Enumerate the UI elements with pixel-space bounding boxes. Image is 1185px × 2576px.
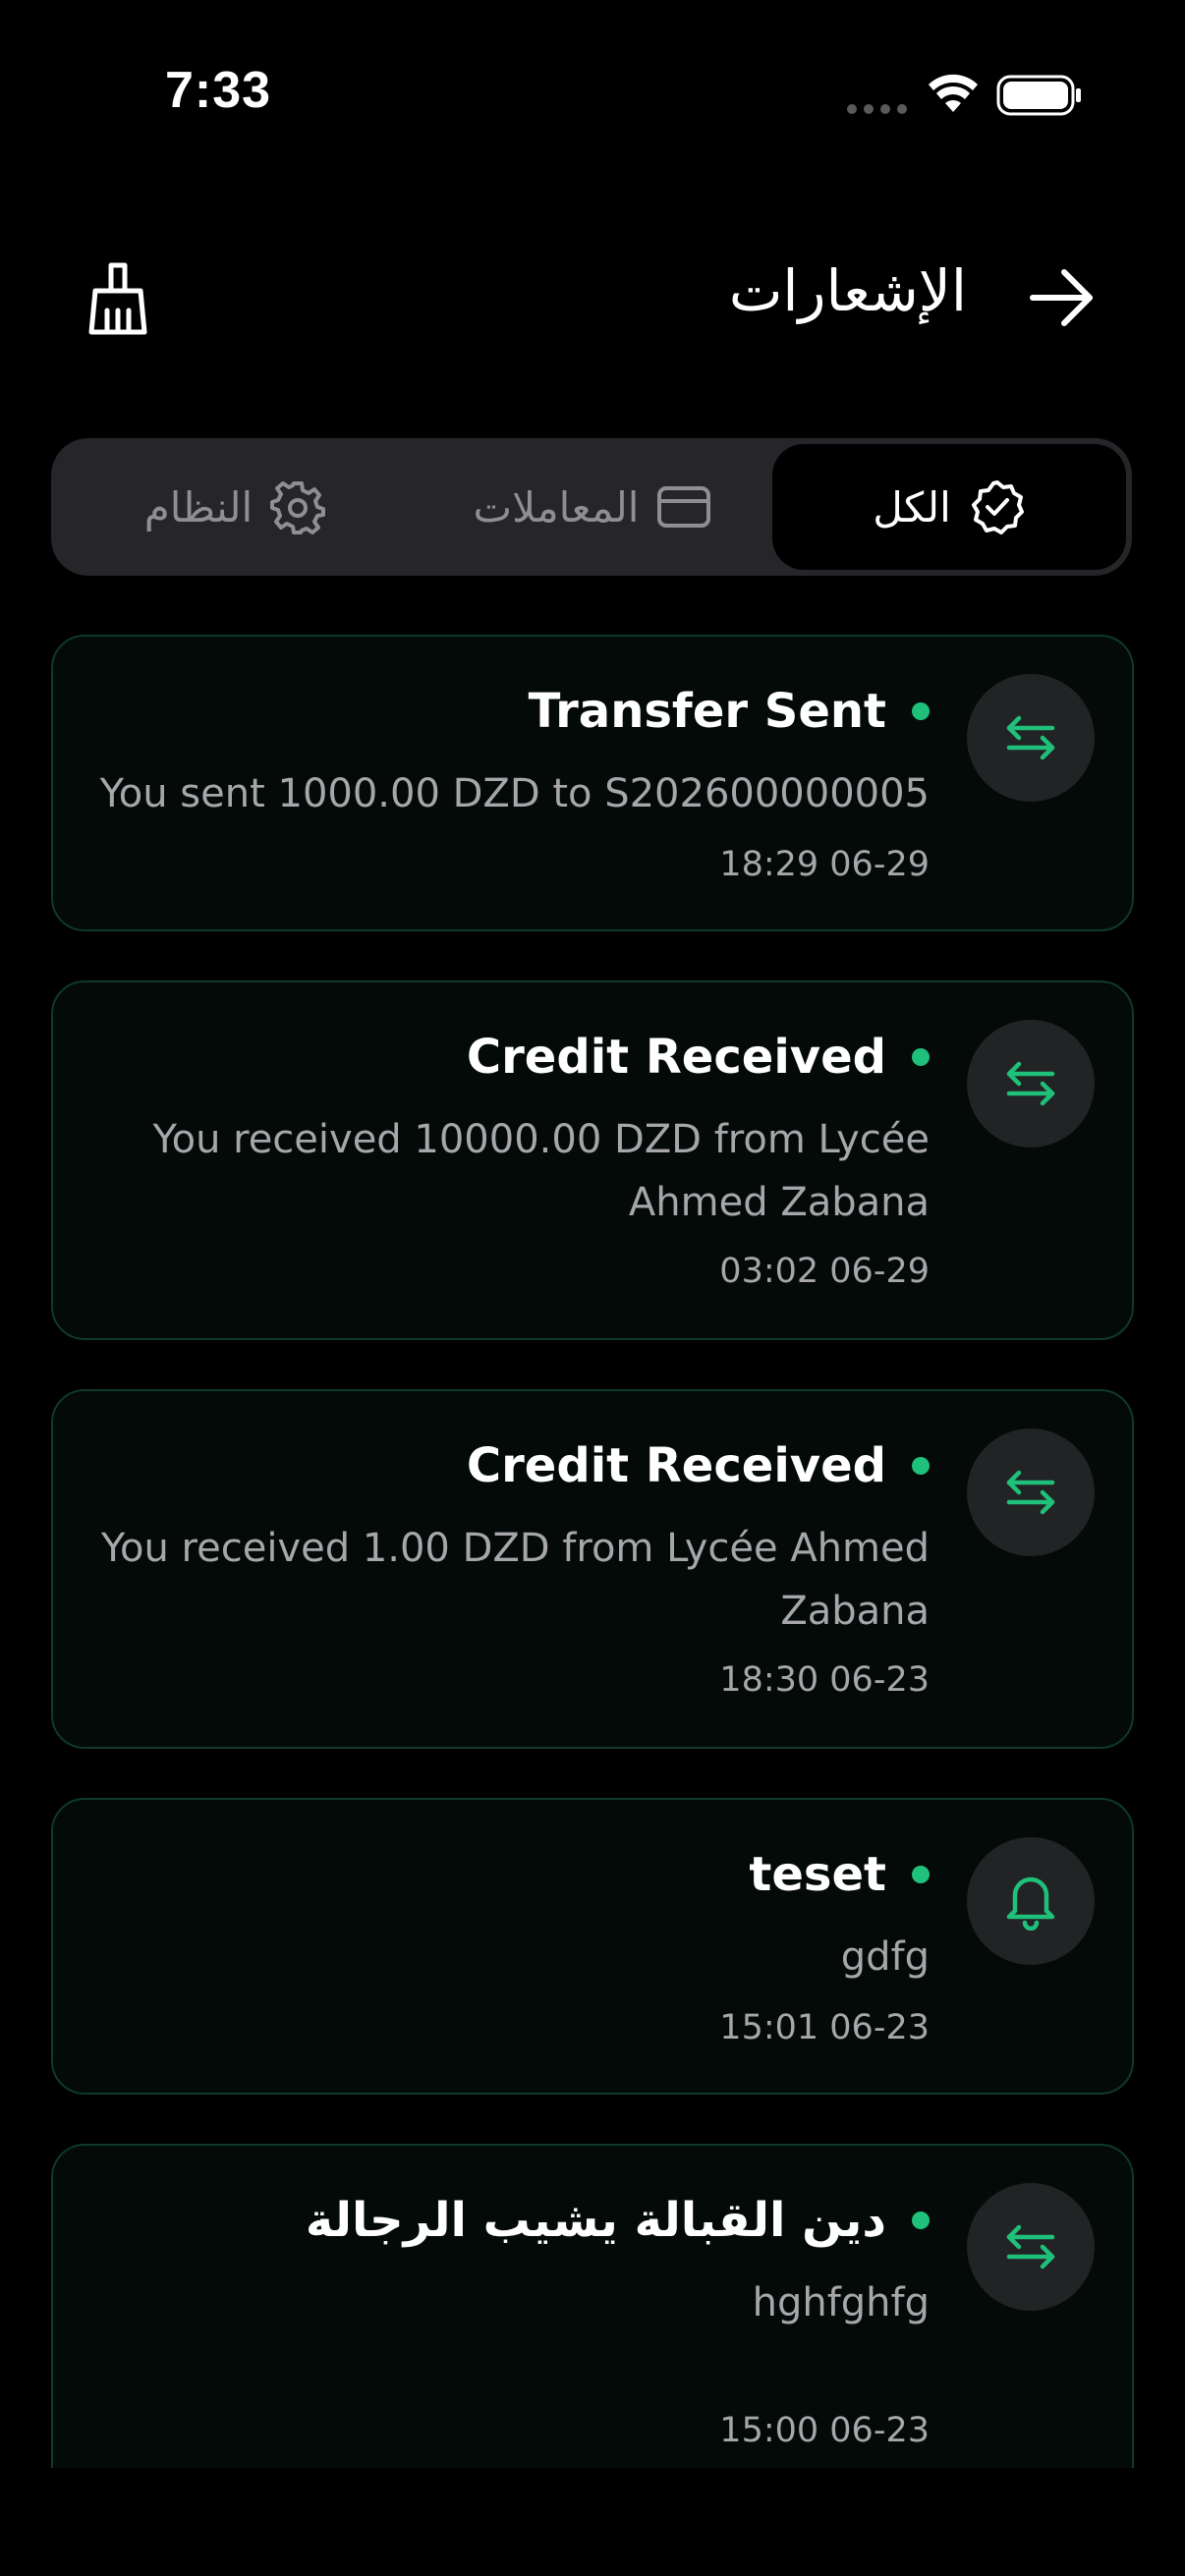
broom-icon [88,262,147,335]
notification-card[interactable]: Transfer Sent You sent 1000.00 DZD to S2… [51,635,1134,931]
notification-time: 18:29 06-29 [719,845,930,884]
tab-all[interactable]: الكل [772,444,1126,570]
notification-time: 15:00 06-23 [719,2411,930,2450]
clear-all-button[interactable] [71,252,165,346]
check-badge-icon [971,480,1024,534]
gear-icon [270,481,326,534]
notification-title-row: دين القبالة يشيب الرجالة [306,2193,930,2248]
notification-icon-circle [967,674,1095,802]
notification-title-row: Credit Received [467,1030,930,1085]
notification-title: Credit Received [466,1030,886,1085]
cellular-signal-icon [847,104,907,114]
notification-title-row: Credit Received [467,1438,930,1493]
notification-title: دين القبالة يشيب الرجالة [305,2193,886,2248]
notification-icon-circle [967,1837,1095,1965]
transfer-arrows-icon [1006,1470,1055,1515]
wifi-icon [928,73,979,118]
transfer-arrows-icon [1006,715,1055,760]
notification-message: hghfghfg [752,2280,930,2325]
notification-title-row: teset [749,1847,930,1902]
tab-transactions[interactable]: المعاملات [413,444,772,570]
notification-card[interactable]: Credit Received You received 10000.00 DZ… [51,980,1134,1340]
header: الإشعارات [0,236,1185,354]
notification-title: Credit Received [466,1438,886,1493]
notification-time: 18:30 06-23 [719,1660,930,1700]
tab-system[interactable]: النظام [57,444,413,570]
notification-title-row: Transfer Sent [529,684,930,739]
unread-dot [912,2212,930,2229]
back-button[interactable] [1018,253,1106,342]
unread-dot [912,1866,930,1883]
notification-card[interactable]: Credit Received You received 1.00 DZD fr… [51,1389,1134,1749]
notification-title: Transfer Sent [528,684,886,739]
bottom-safe-area [0,2468,1185,2576]
arrow-right-icon [1030,269,1093,326]
unread-dot [912,702,930,720]
notification-message: You sent 1000.00 DZD to S202600000005 [99,771,930,816]
notification-message: You received 1.00 DZD from Lycée Ahmed Z… [100,1526,930,1634]
notification-time: 03:02 06-29 [719,1252,930,1291]
transfer-arrows-icon [1006,1061,1055,1106]
notification-message: gdfg [840,1934,930,1980]
tab-system-label: النظام [143,482,254,532]
unread-dot [912,1457,930,1475]
status-bar: 7:33 [0,0,1185,196]
bell-icon [1006,1876,1055,1931]
tab-all-label: الكل [873,482,951,532]
status-time: 7:33 [165,62,272,119]
notification-time: 15:01 06-23 [719,2008,930,2047]
notification-message: You received 10000.00 DZD from Lycée Ahm… [152,1117,930,1225]
filter-tabs: الكل المعاملات النظام [51,438,1132,576]
tab-transactions-label: المعاملات [473,482,640,532]
notification-title: teset [749,1847,886,1902]
notification-card[interactable]: teset gdfg 15:01 06-23 [51,1798,1134,2095]
page-title: الإشعارات [728,257,967,324]
transfer-arrows-icon [1006,2224,1055,2269]
credit-card-icon [657,486,711,528]
battery-icon [996,75,1083,120]
unread-dot [912,1048,930,1066]
notification-icon-circle [967,1428,1095,1556]
notification-icon-circle [967,1020,1095,1148]
notification-card[interactable]: دين القبالة يشيب الرجالة hghfghfg 15:00 … [51,2144,1134,2468]
notification-icon-circle [967,2183,1095,2311]
